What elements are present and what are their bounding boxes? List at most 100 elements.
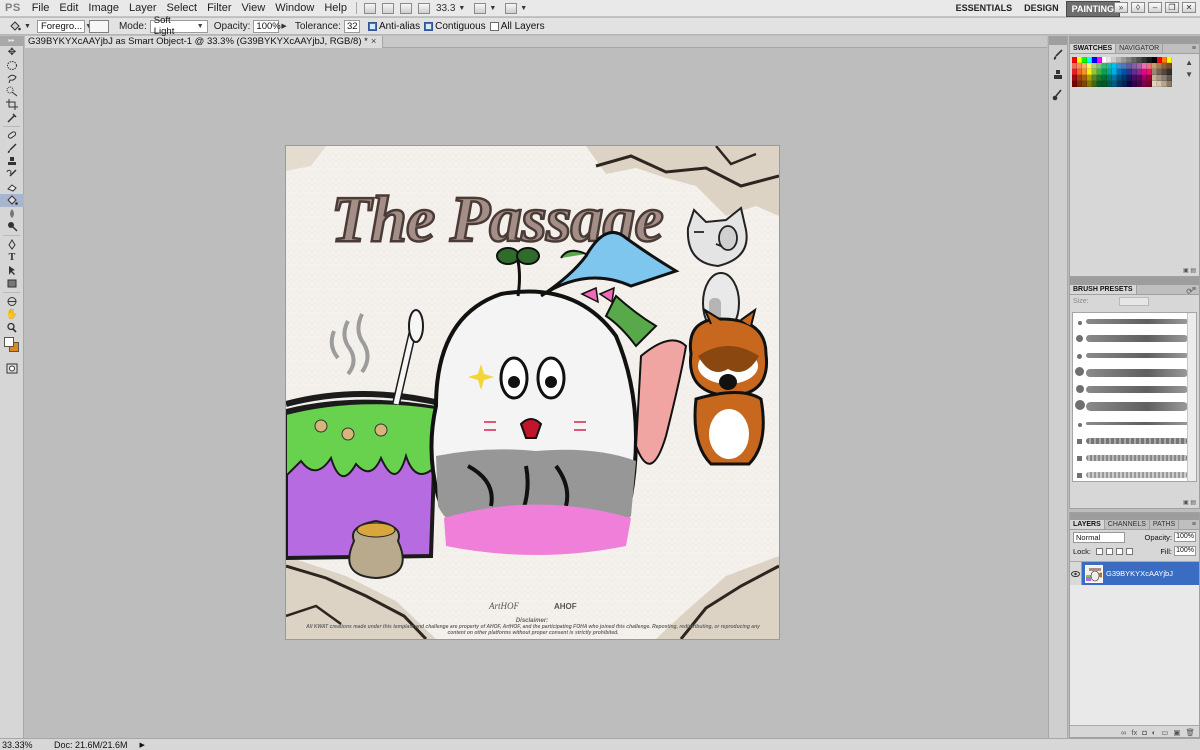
foreground-color-swatch[interactable] (4, 337, 14, 347)
blend-mode-select[interactable]: Normal (1073, 531, 1125, 543)
bridge-icon[interactable] (363, 2, 376, 14)
restore-icon[interactable]: ❐ (1165, 2, 1179, 13)
tool-preset-dropdown-icon[interactable]: ▼ (24, 23, 31, 30)
swatch-scroll-icon[interactable]: ▲ ▼ (1185, 57, 1193, 81)
layer-opacity-input[interactable]: 100% (1174, 532, 1196, 542)
antialias-checkbox[interactable] (367, 21, 377, 31)
panel-grip[interactable] (1070, 278, 1199, 285)
tab-channels[interactable]: CHANNELS (1105, 520, 1150, 529)
history-brush-tool-icon[interactable] (0, 168, 24, 181)
blur-tool-icon[interactable] (0, 207, 24, 220)
menu-window[interactable]: Window (270, 2, 319, 14)
layer-row[interactable]: G39BYKYXcAAYjbJ (1070, 562, 1199, 585)
brush-panel-toggle-icon[interactable]: ⟳ (1186, 287, 1193, 296)
menu-file[interactable]: File (27, 2, 55, 14)
screen-mode-dropdown-icon[interactable]: ▼ (520, 5, 527, 12)
layer-mask-icon[interactable]: ◘ (1142, 728, 1147, 737)
zoom-tool-icon[interactable] (0, 321, 24, 334)
workspace-painting[interactable]: PAINTING (1065, 1, 1120, 17)
close-icon[interactable]: ✕ (1182, 2, 1196, 13)
document-tab[interactable]: G39BYKYXcAAYjbJ as Smart Object-1 @ 33.3… (25, 36, 384, 48)
opacity-slider-icon[interactable]: ▶ (281, 22, 286, 30)
clone-source-icon[interactable] (1049, 65, 1067, 85)
mode-select[interactable]: Soft Light ▼ (149, 15, 208, 37)
brush-list-scrollbar[interactable] (1187, 313, 1196, 481)
brush-preset-row[interactable] (1073, 364, 1196, 381)
fill-input[interactable]: 100% (1174, 546, 1196, 556)
lock-all-icon[interactable] (1125, 547, 1133, 555)
panel-grip[interactable] (1070, 37, 1199, 44)
color-swatch[interactable] (1167, 81, 1172, 87)
quick-mask-icon[interactable] (0, 362, 24, 375)
minimize-icon[interactable]: – (1148, 2, 1162, 13)
brush-size-input[interactable] (1118, 297, 1149, 306)
healing-brush-tool-icon[interactable] (0, 129, 24, 142)
menu-view[interactable]: View (237, 2, 271, 14)
brush-preset-row[interactable] (1073, 415, 1196, 432)
zoom-level[interactable]: 33.3 (433, 3, 458, 14)
lasso-tool-icon[interactable] (0, 72, 24, 85)
screen-mode-icon[interactable] (505, 2, 518, 14)
tab-navigator[interactable]: NAVIGATOR (1116, 44, 1164, 53)
link-layers-icon[interactable]: ∞ (1121, 728, 1126, 737)
brush-preset-row[interactable] (1073, 381, 1196, 398)
close-tab-icon[interactable]: × (371, 36, 377, 47)
lock-transparent-icon[interactable] (1095, 547, 1103, 555)
workspace-essentials[interactable]: ESSENTIALS (951, 1, 1018, 17)
layer-name[interactable]: G39BYKYXcAAYjbJ (1106, 569, 1173, 578)
tab-swatches[interactable]: SWATCHES (1070, 44, 1117, 53)
mixer-brush-icon[interactable] (1049, 85, 1067, 105)
menu-help[interactable]: Help (319, 2, 352, 14)
type-tool-icon[interactable]: T (0, 251, 24, 264)
lock-position-icon[interactable] (1115, 547, 1123, 555)
tab-layers[interactable]: LAYERS (1070, 520, 1105, 529)
workspace-menu-icon[interactable]: » (1114, 2, 1128, 13)
layer-style-icon[interactable]: fx (1131, 728, 1137, 737)
menu-edit[interactable]: Edit (54, 2, 83, 14)
eraser-tool-icon[interactable] (0, 181, 24, 194)
paint-bucket-icon[interactable] (8, 20, 22, 33)
brush-panel-icon[interactable] (1049, 45, 1067, 65)
new-brush-icon[interactable]: ▣ ▤ (1183, 499, 1196, 506)
quick-selection-tool-icon[interactable] (0, 85, 24, 98)
menu-image[interactable]: Image (83, 2, 124, 14)
extras-icon[interactable] (399, 2, 412, 14)
zoom-tool-icon[interactable] (417, 2, 430, 14)
panel-menu-icon[interactable]: ≡ (1192, 520, 1196, 530)
brush-preset-row[interactable] (1073, 432, 1196, 449)
strip-grip[interactable] (1049, 36, 1067, 45)
adjustment-layer-icon[interactable]: ◐ (1152, 728, 1157, 737)
new-swatch-icon[interactable]: ▣ ▤ (1183, 267, 1196, 274)
delete-layer-icon[interactable]: 🗑 (1185, 728, 1195, 737)
status-menu-icon[interactable]: ▶ (140, 741, 145, 749)
minibridge-icon[interactable] (381, 2, 394, 14)
brush-tool-icon[interactable] (0, 142, 24, 155)
lock-image-icon[interactable] (1105, 547, 1113, 555)
workspace-design[interactable]: DESIGN (1019, 1, 1064, 17)
all-layers-checkbox[interactable] (489, 21, 499, 31)
eyedropper-tool-icon[interactable] (0, 111, 24, 124)
crop-tool-icon[interactable] (0, 98, 24, 111)
new-group-icon[interactable]: ▭ (1161, 728, 1168, 737)
path-selection-tool-icon[interactable] (0, 264, 24, 277)
rectangle-tool-icon[interactable] (0, 277, 24, 290)
brush-preset-row[interactable] (1073, 398, 1196, 415)
contiguous-checkbox[interactable] (424, 21, 434, 31)
hand-tool-icon[interactable]: ✋ (0, 308, 24, 321)
dodge-tool-icon[interactable] (0, 220, 24, 233)
panel-menu-icon[interactable]: ≡ (1192, 44, 1196, 54)
menu-layer[interactable]: Layer (124, 2, 162, 14)
brush-preset-row[interactable] (1073, 466, 1196, 481)
tools-panel-grip[interactable]: ▸▸ (0, 36, 23, 46)
tab-paths[interactable]: PATHS (1150, 520, 1180, 529)
menu-filter[interactable]: Filter (202, 2, 236, 14)
eye-icon[interactable] (1070, 562, 1082, 585)
pen-tool-icon[interactable] (0, 238, 24, 251)
zoom-dropdown-icon[interactable]: ▼ (458, 5, 465, 12)
brush-preset-row[interactable] (1073, 347, 1196, 364)
arrange-dropdown-icon[interactable]: ▼ (489, 5, 496, 12)
artwork-canvas[interactable]: The Passage ArtHOF AHOF Disclaimer: All … (284, 145, 780, 641)
tolerance-input[interactable]: 32 (343, 19, 360, 33)
marquee-tool-icon[interactable] (0, 59, 24, 72)
brush-preset-row[interactable] (1073, 330, 1196, 347)
